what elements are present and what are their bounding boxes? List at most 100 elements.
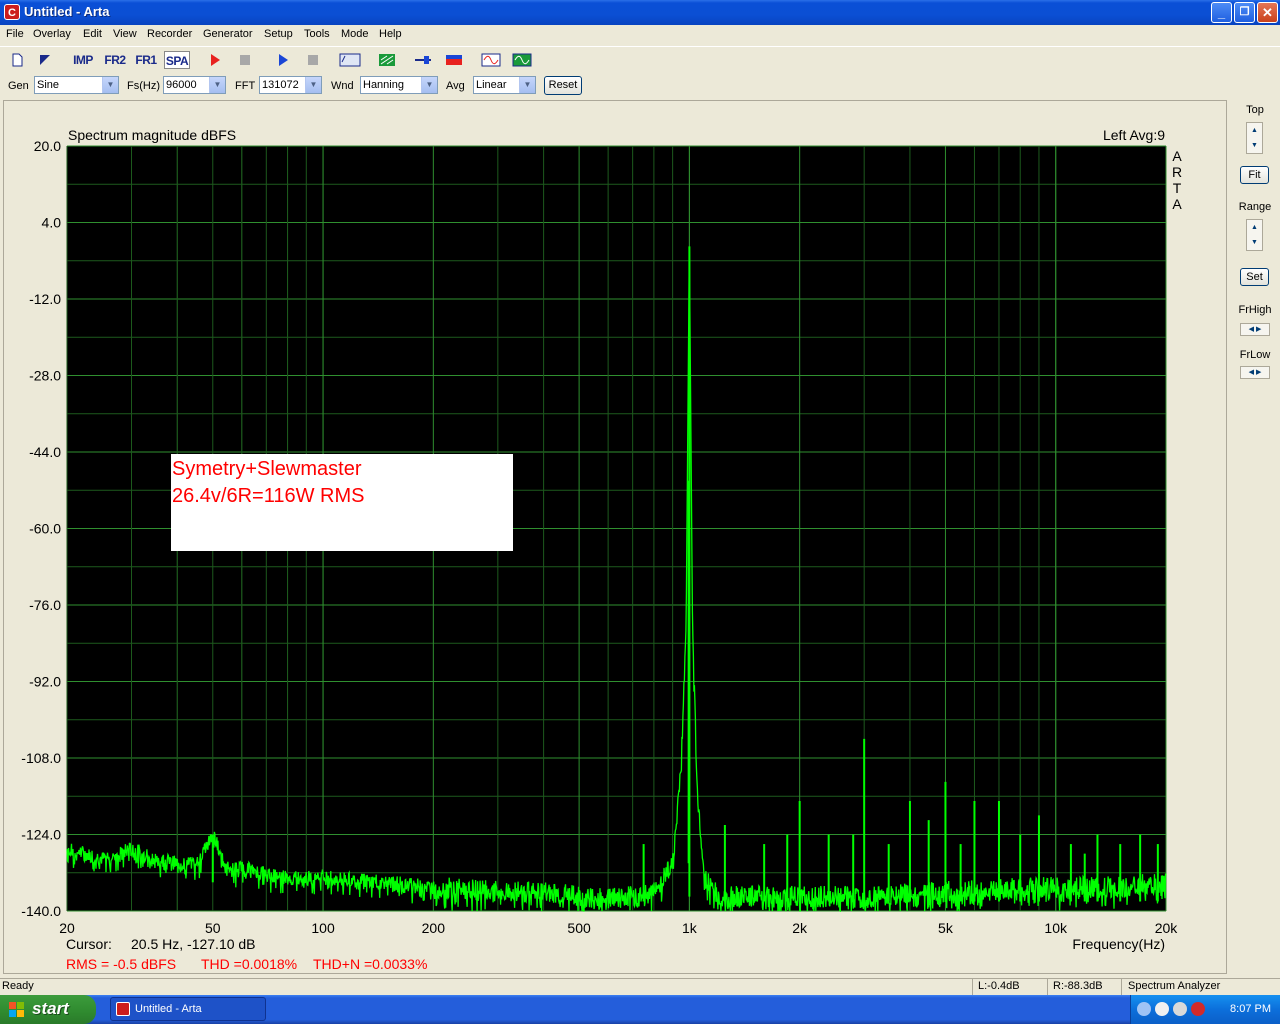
annotation-box[interactable]: Symetry+Slewmaster 26.4v/6R=116W RMS: [171, 454, 513, 551]
y-tick-label: -12.0: [29, 291, 61, 307]
arrow-up-icon[interactable]: ▲: [1247, 123, 1262, 138]
fr2-mode-button[interactable]: FR2: [102, 51, 128, 69]
start-button[interactable]: start: [0, 995, 96, 1024]
fs-label: Fs(Hz): [127, 80, 160, 92]
menu-generator[interactable]: Generator: [203, 28, 253, 40]
app-icon: [116, 1002, 130, 1016]
imp-mode-button[interactable]: IMP: [70, 51, 96, 69]
taskbar-item-arta[interactable]: Untitled - Arta: [110, 997, 266, 1021]
fs-select[interactable]: 96000 ▼: [163, 76, 226, 94]
x-tick-label: 1k: [682, 920, 698, 936]
generator-wave-icon[interactable]: [480, 51, 502, 69]
close-button[interactable]: ✕: [1257, 2, 1278, 23]
annotation-line-1: Symetry+Slewmaster: [172, 458, 362, 480]
chevron-down-icon[interactable]: ▼: [209, 77, 225, 93]
new-file-icon[interactable]: [6, 51, 28, 69]
chevron-down-icon[interactable]: ▼: [519, 77, 535, 93]
watermark-letter: A: [1172, 148, 1182, 164]
frlow-label: FrLow: [1239, 349, 1271, 361]
scope-wave-icon[interactable]: [511, 51, 533, 69]
maximize-button[interactable]: ❐: [1234, 2, 1255, 23]
frlow-spinner[interactable]: ◀ ▶: [1240, 366, 1270, 379]
fr1-mode-button[interactable]: FR1: [133, 51, 159, 69]
y-tick-label: -108.0: [21, 750, 61, 766]
windows-logo-icon: [9, 1002, 24, 1017]
color-settings-icon[interactable]: [443, 51, 465, 69]
status-divider: [1047, 979, 1048, 995]
left-level: L:-0.4dB: [978, 980, 1020, 992]
arta-watermark: ARTA: [1172, 148, 1182, 212]
thd-readout: THD =0.0018%: [201, 956, 297, 972]
record-icon[interactable]: [204, 51, 226, 69]
plot-title: Spectrum magnitude dBFS: [68, 127, 236, 143]
y-tick-label: -92.0: [29, 674, 61, 690]
wnd-select[interactable]: Hanning ▼: [360, 76, 438, 94]
grid-options-icon[interactable]: [376, 51, 398, 69]
chevron-down-icon[interactable]: ▼: [305, 77, 321, 93]
antivirus-icon[interactable]: [1155, 1002, 1169, 1016]
menu-mode[interactable]: Mode: [341, 28, 369, 40]
cursor-value: 20.5 Hz, -127.10 dB: [131, 936, 256, 952]
status-divider: [972, 979, 973, 995]
avg-select[interactable]: Linear ▼: [473, 76, 536, 94]
menu-tools[interactable]: Tools: [304, 28, 330, 40]
menu-file[interactable]: File: [6, 28, 24, 40]
y-tick-label: -124.0: [21, 827, 61, 843]
top-spinner[interactable]: ▲ ▼: [1246, 122, 1263, 154]
menu-bar: File Overlay Edit View Recorder Generato…: [0, 25, 1280, 45]
annotation-line-2: 26.4v/6R=116W RMS: [172, 485, 365, 507]
window-title: Untitled - Arta: [24, 4, 110, 19]
abc-calibration-icon[interactable]: [338, 51, 362, 69]
menu-help[interactable]: Help: [379, 28, 402, 40]
arrow-down-icon[interactable]: ▼: [1247, 138, 1262, 153]
gen-select[interactable]: Sine ▼: [34, 76, 119, 94]
rms-readout: RMS = -0.5 dBFS: [66, 956, 176, 972]
title-bar[interactable]: C Untitled - Arta _ ❐ ✕: [0, 0, 1280, 25]
play-icon[interactable]: [272, 51, 294, 69]
watermark-letter: A: [1172, 196, 1182, 212]
x-tick-label: 10k: [1044, 920, 1068, 936]
spectrum-chart[interactable]: Spectrum magnitude dBFS Left Avg:9 ARTA …: [0, 100, 1228, 975]
gen-label: Gen: [8, 80, 29, 92]
stop-record-icon[interactable]: [234, 51, 256, 69]
x-tick-label: 100: [311, 920, 335, 936]
network-icon[interactable]: [1137, 1002, 1151, 1016]
frhigh-spinner[interactable]: ◀ ▶: [1240, 323, 1270, 336]
y-tick-label: 4.0: [42, 215, 62, 231]
avg-select-value: Linear: [476, 79, 507, 91]
arrow-up-icon[interactable]: ▲: [1247, 220, 1262, 235]
chevron-down-icon[interactable]: ▼: [421, 77, 437, 93]
menu-view[interactable]: View: [113, 28, 137, 40]
menu-overlay[interactable]: Overlay: [33, 28, 71, 40]
arrow-down-icon[interactable]: ▼: [1247, 235, 1262, 250]
spa-mode-button[interactable]: SPA: [164, 51, 190, 69]
gen-select-value: Sine: [37, 79, 60, 91]
slider-settings-icon[interactable]: [412, 51, 434, 69]
security-shield-icon[interactable]: [1191, 1002, 1205, 1016]
menu-edit[interactable]: Edit: [83, 28, 102, 40]
reset-button[interactable]: Reset: [544, 76, 582, 95]
minimize-button[interactable]: _: [1211, 2, 1232, 23]
set-button[interactable]: Set: [1240, 268, 1269, 286]
range-label: Range: [1238, 201, 1272, 213]
x-tick-label: 200: [422, 920, 446, 936]
start-label: start: [32, 999, 69, 1018]
y-tick-label: 20.0: [34, 138, 61, 154]
y-tick-label: -28.0: [29, 368, 61, 384]
volume-icon[interactable]: [1173, 1002, 1187, 1016]
right-level: R:-88.3dB: [1053, 980, 1103, 992]
fft-select[interactable]: 131072 ▼: [259, 76, 322, 94]
menu-recorder[interactable]: Recorder: [147, 28, 192, 40]
stop-icon[interactable]: [302, 51, 324, 69]
fit-button[interactable]: Fit: [1240, 166, 1269, 184]
open-file-icon[interactable]: [34, 51, 56, 69]
chevron-down-icon[interactable]: ▼: [102, 77, 118, 93]
taskbar: start Untitled - Arta 8:07 PM: [0, 995, 1280, 1024]
fft-label: FFT: [235, 80, 256, 92]
fs-select-value: 96000: [166, 79, 197, 91]
x-axis-ticks: 20 50 100 200 500 1k 2k 5k 10k 20k: [59, 920, 1178, 936]
menu-setup[interactable]: Setup: [264, 28, 293, 40]
range-spinner[interactable]: ▲ ▼: [1246, 219, 1263, 251]
status-divider: [1121, 979, 1122, 995]
app-icon[interactable]: C: [4, 4, 20, 20]
